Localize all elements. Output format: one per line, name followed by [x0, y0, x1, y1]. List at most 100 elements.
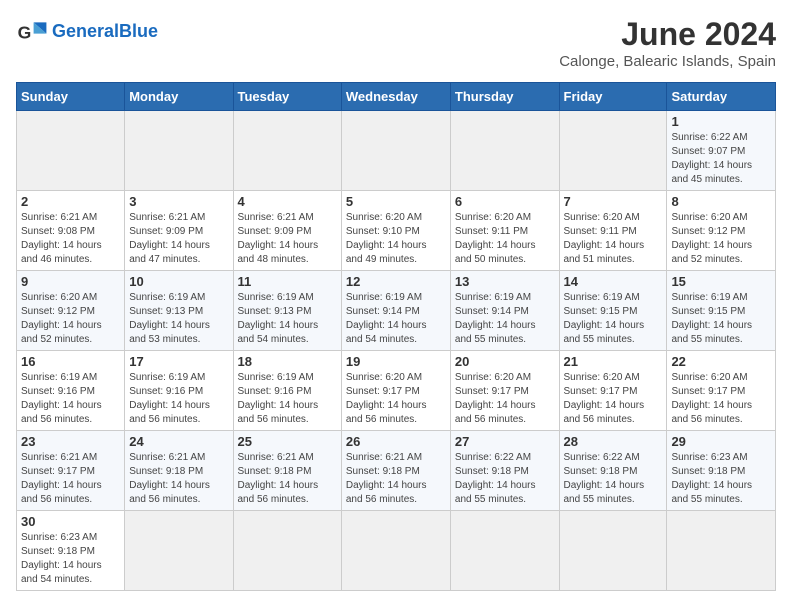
- day-info: Sunrise: 6:21 AMSunset: 9:09 PMDaylight:…: [129, 211, 228, 267]
- day-cell: 5Sunrise: 6:20 AMSunset: 9:10 PMDaylight…: [341, 191, 450, 271]
- day-cell: 24 Sunrise: 6:21 AMSunset: 9:18 PMDayligh…: [125, 431, 233, 511]
- day-cell: 9 Sunrise: 6:20 AMSunset: 9:12 PMDaylight…: [17, 271, 125, 351]
- week-row-6: 30 Sunrise: 6:23 AMSunset: 9:18 PMDayligh…: [17, 511, 776, 591]
- day-cell: 12 Sunrise: 6:19 AMSunset: 9:14 PMDayligh…: [341, 271, 450, 351]
- day-number: 7: [564, 194, 663, 209]
- day-cell: [667, 511, 776, 591]
- day-info: Sunrise: 6:22 AMSunset: 9:07 PMDaylight:…: [671, 131, 771, 187]
- day-cell: 16Sunrise: 6:19 AMSunset: 9:16 PMDayligh…: [17, 351, 125, 431]
- day-info: Sunrise: 6:21 AMSunset: 9:18 PMDaylight:…: [238, 451, 337, 507]
- day-number: 19: [346, 354, 446, 369]
- day-cell: 15 Sunrise: 6:19 AMSunset: 9:15 PMDayligh…: [667, 271, 776, 351]
- day-cell: [125, 111, 233, 191]
- day-info: Sunrise: 6:22 AMSunset: 9:18 PMDaylight:…: [455, 451, 555, 507]
- day-info: Sunrise: 6:20 AMSunset: 9:11 PMDaylight:…: [564, 211, 663, 267]
- day-cell: 19 Sunrise: 6:20 AMSunset: 9:17 PMDayligh…: [341, 351, 450, 431]
- day-number: 1: [671, 114, 771, 129]
- day-cell: [341, 511, 450, 591]
- day-cell: 21Sunrise: 6:20 AMSunset: 9:17 PMDayligh…: [559, 351, 667, 431]
- day-info: Sunrise: 6:21 AMSunset: 9:17 PMDaylight:…: [21, 451, 120, 507]
- header-row: SundayMondayTuesdayWednesdayThursdayFrid…: [17, 83, 776, 111]
- day-info: Sunrise: 6:20 AMSunset: 9:12 PMDaylight:…: [671, 211, 771, 267]
- day-info: Sunrise: 6:21 AMSunset: 9:09 PMDaylight:…: [238, 211, 337, 267]
- day-number: 14: [564, 274, 663, 289]
- day-cell: 18 Sunrise: 6:19 AMSunset: 9:16 PMDayligh…: [233, 351, 341, 431]
- day-number: 12: [346, 274, 446, 289]
- day-info: Sunrise: 6:20 AMSunset: 9:12 PMDaylight:…: [21, 291, 120, 347]
- day-number: 29: [671, 434, 771, 449]
- day-info: Sunrise: 6:20 AMSunset: 9:17 PMDaylight:…: [671, 371, 771, 427]
- day-header-saturday: Saturday: [667, 83, 776, 111]
- day-info: Sunrise: 6:19 AMSunset: 9:16 PMDaylight:…: [238, 371, 337, 427]
- day-info: Sunrise: 6:19 AMSunset: 9:13 PMDaylight:…: [129, 291, 228, 347]
- day-header-monday: Monday: [125, 83, 233, 111]
- day-cell: [450, 111, 559, 191]
- day-cell: 10 Sunrise: 6:19 AMSunset: 9:13 PMDayligh…: [125, 271, 233, 351]
- day-info: Sunrise: 6:23 AMSunset: 9:18 PMDaylight:…: [671, 451, 771, 507]
- week-row-5: 23Sunrise: 6:21 AMSunset: 9:17 PMDayligh…: [17, 431, 776, 511]
- day-number: 5: [346, 194, 446, 209]
- day-number: 15: [671, 274, 771, 289]
- day-number: 20: [455, 354, 555, 369]
- svg-text:G: G: [18, 22, 32, 42]
- day-number: 27: [455, 434, 555, 449]
- day-info: Sunrise: 6:20 AMSunset: 9:17 PMDaylight:…: [564, 371, 663, 427]
- day-info: Sunrise: 6:19 AMSunset: 9:14 PMDaylight:…: [455, 291, 555, 347]
- day-cell: [341, 111, 450, 191]
- day-cell: 4 Sunrise: 6:21 AMSunset: 9:09 PMDaylight…: [233, 191, 341, 271]
- title-area: June 2024 Calonge, Balearic Islands, Spa…: [559, 16, 776, 70]
- day-cell: 30 Sunrise: 6:23 AMSunset: 9:18 PMDayligh…: [17, 511, 125, 591]
- day-cell: 1 Sunrise: 6:22 AMSunset: 9:07 PMDaylight…: [667, 111, 776, 191]
- calendar: SundayMondayTuesdayWednesdayThursdayFrid…: [16, 82, 776, 591]
- day-info: Sunrise: 6:19 AMSunset: 9:16 PMDaylight:…: [129, 371, 228, 427]
- logo: G GeneralBlue: [16, 16, 158, 48]
- day-number: 25: [238, 434, 337, 449]
- day-info: Sunrise: 6:20 AMSunset: 9:17 PMDaylight:…: [346, 371, 446, 427]
- day-info: Sunrise: 6:19 AMSunset: 9:15 PMDaylight:…: [671, 291, 771, 347]
- day-number: 2: [21, 194, 120, 209]
- day-cell: 6Sunrise: 6:20 AMSunset: 9:11 PMDaylight…: [450, 191, 559, 271]
- day-info: Sunrise: 6:19 AMSunset: 9:15 PMDaylight:…: [564, 291, 663, 347]
- day-number: 13: [455, 274, 555, 289]
- month-title: June 2024: [559, 16, 776, 53]
- day-cell: [450, 511, 559, 591]
- logo-icon: G: [16, 16, 48, 48]
- day-cell: 26Sunrise: 6:21 AMSunset: 9:18 PMDayligh…: [341, 431, 450, 511]
- day-number: 9: [21, 274, 120, 289]
- day-info: Sunrise: 6:21 AMSunset: 9:18 PMDaylight:…: [129, 451, 228, 507]
- location-title: Calonge, Balearic Islands, Spain: [559, 53, 776, 70]
- calendar-header: SundayMondayTuesdayWednesdayThursdayFrid…: [17, 83, 776, 111]
- day-info: Sunrise: 6:20 AMSunset: 9:17 PMDaylight:…: [455, 371, 555, 427]
- day-info: Sunrise: 6:19 AMSunset: 9:16 PMDaylight:…: [21, 371, 120, 427]
- day-number: 4: [238, 194, 337, 209]
- day-header-sunday: Sunday: [17, 83, 125, 111]
- day-header-tuesday: Tuesday: [233, 83, 341, 111]
- day-number: 10: [129, 274, 228, 289]
- day-info: Sunrise: 6:19 AMSunset: 9:14 PMDaylight:…: [346, 291, 446, 347]
- week-row-3: 9 Sunrise: 6:20 AMSunset: 9:12 PMDaylight…: [17, 271, 776, 351]
- day-cell: 27 Sunrise: 6:22 AMSunset: 9:18 PMDayligh…: [450, 431, 559, 511]
- week-row-4: 16Sunrise: 6:19 AMSunset: 9:16 PMDayligh…: [17, 351, 776, 431]
- day-number: 24: [129, 434, 228, 449]
- day-cell: 8 Sunrise: 6:20 AMSunset: 9:12 PMDaylight…: [667, 191, 776, 271]
- day-number: 18: [238, 354, 337, 369]
- day-number: 28: [564, 434, 663, 449]
- day-header-thursday: Thursday: [450, 83, 559, 111]
- day-cell: [559, 111, 667, 191]
- day-number: 30: [21, 514, 120, 529]
- day-cell: 3Sunrise: 6:21 AMSunset: 9:09 PMDaylight…: [125, 191, 233, 271]
- day-cell: [233, 111, 341, 191]
- day-header-wednesday: Wednesday: [341, 83, 450, 111]
- day-number: 22: [671, 354, 771, 369]
- day-header-friday: Friday: [559, 83, 667, 111]
- day-cell: [559, 511, 667, 591]
- calendar-body: 1 Sunrise: 6:22 AMSunset: 9:07 PMDaylight…: [17, 111, 776, 591]
- day-cell: 25 Sunrise: 6:21 AMSunset: 9:18 PMDayligh…: [233, 431, 341, 511]
- week-row-2: 2Sunrise: 6:21 AMSunset: 9:08 PMDaylight…: [17, 191, 776, 271]
- day-number: 17: [129, 354, 228, 369]
- day-number: 8: [671, 194, 771, 209]
- day-info: Sunrise: 6:22 AMSunset: 9:18 PMDaylight:…: [564, 451, 663, 507]
- day-cell: 22 Sunrise: 6:20 AMSunset: 9:17 PMDayligh…: [667, 351, 776, 431]
- day-cell: 14 Sunrise: 6:19 AMSunset: 9:15 PMDayligh…: [559, 271, 667, 351]
- day-info: Sunrise: 6:23 AMSunset: 9:18 PMDaylight:…: [21, 531, 120, 587]
